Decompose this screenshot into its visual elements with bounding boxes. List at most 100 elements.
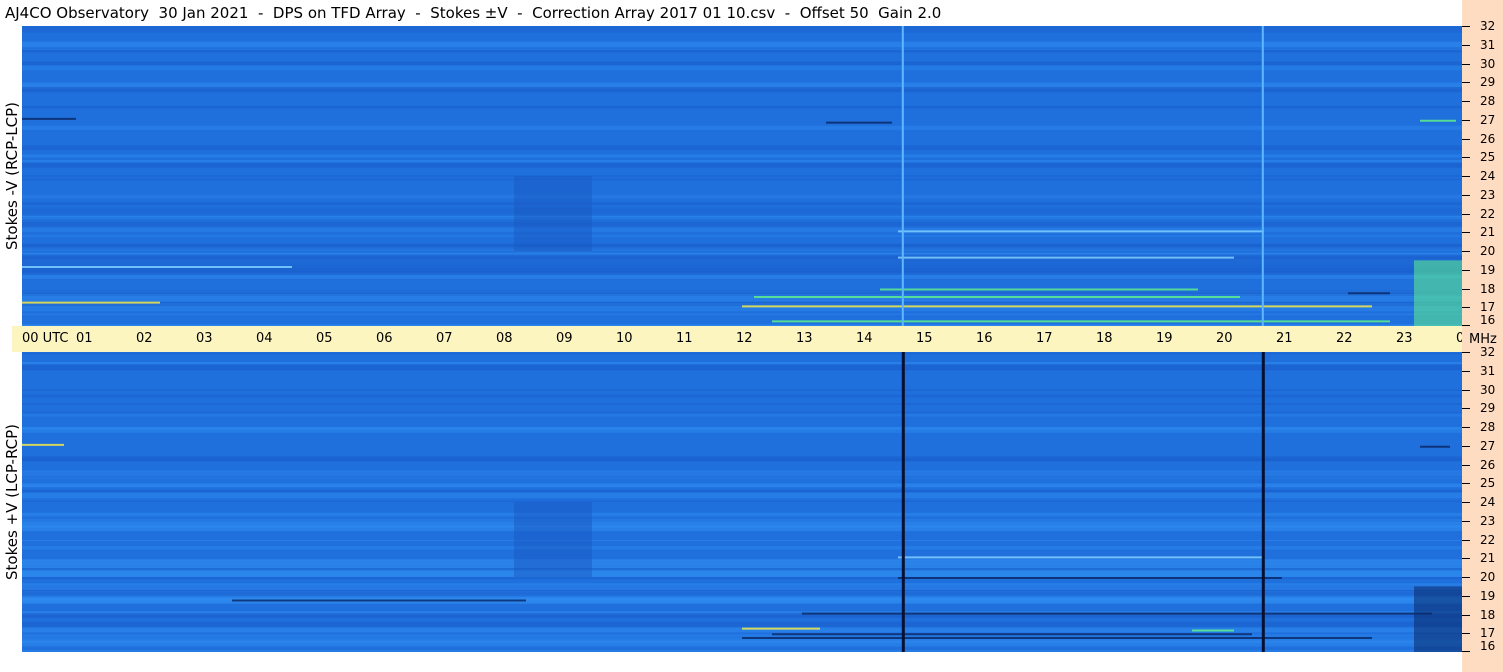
noise-band bbox=[22, 489, 1462, 493]
x-tick-label: 04 bbox=[256, 331, 273, 346]
y-tick-label: 29 bbox=[1480, 401, 1496, 416]
signal-streak bbox=[22, 443, 64, 446]
y-tick-label: 23 bbox=[1480, 513, 1496, 528]
noise-band bbox=[22, 621, 1462, 628]
noise-band bbox=[22, 411, 1462, 413]
noise-band bbox=[22, 26, 1462, 33]
y-tick-label: 17 bbox=[1480, 300, 1496, 315]
signal-streak bbox=[742, 627, 820, 630]
y-tick-mark bbox=[1462, 464, 1470, 466]
x-tick-label: 16 bbox=[976, 331, 993, 346]
y-tick-mark bbox=[1462, 176, 1470, 177]
top-spectrogram-panel bbox=[22, 26, 1462, 326]
y-tick-mark bbox=[1462, 138, 1470, 140]
noise-band bbox=[22, 145, 1462, 149]
y-tick-mark bbox=[1462, 213, 1470, 215]
signal-streak bbox=[772, 320, 1390, 323]
noise-band bbox=[22, 50, 1462, 52]
signal-streak bbox=[880, 288, 1198, 291]
y-tick-label: 19 bbox=[1480, 262, 1496, 277]
signal-streak bbox=[826, 121, 892, 124]
bottom-ylabel-text: Stokes +V (LCP-RCP) bbox=[3, 424, 21, 580]
y-tick-label: 18 bbox=[1480, 281, 1496, 296]
x-tick-label: 00 UTC bbox=[22, 331, 69, 346]
y-tick-mark bbox=[1462, 44, 1470, 46]
x-tick-label: 18 bbox=[1096, 331, 1113, 346]
noise-band bbox=[22, 65, 1462, 71]
y-tick-mark bbox=[1462, 194, 1470, 196]
signal-streak bbox=[898, 230, 1264, 233]
noise-band bbox=[22, 48, 1462, 50]
y-tick-label: 24 bbox=[1480, 169, 1496, 183]
bottom-panel-ylabel: Stokes +V (LCP-RCP) bbox=[0, 352, 24, 652]
x-tick-label: 14 bbox=[856, 331, 873, 346]
y-tick-label: 22 bbox=[1480, 532, 1496, 547]
noise-band bbox=[22, 307, 1462, 312]
dim-region bbox=[514, 502, 592, 577]
y-tick-label: 18 bbox=[1480, 607, 1496, 622]
noise-band bbox=[22, 105, 1462, 109]
y-tick-mark bbox=[1462, 558, 1470, 560]
y-tick-mark bbox=[1462, 325, 1470, 326]
x-tick-label: 17 bbox=[1036, 331, 1053, 346]
noise-band bbox=[22, 178, 1462, 181]
signal-streak bbox=[1420, 445, 1450, 448]
y-tick-label: 28 bbox=[1480, 420, 1496, 434]
y-tick-mark bbox=[1462, 427, 1470, 428]
noise-band bbox=[22, 389, 1462, 391]
vertical-interference-line bbox=[901, 26, 904, 326]
noise-band bbox=[22, 41, 1462, 48]
y-tick-label: 25 bbox=[1480, 150, 1496, 165]
noise-band bbox=[22, 257, 1462, 265]
y-tick-label: 23 bbox=[1480, 187, 1496, 202]
y-tick-mark bbox=[1462, 502, 1470, 503]
noise-band bbox=[22, 352, 1462, 355]
y-tick-mark bbox=[1462, 101, 1470, 102]
y-tick-label: 16 bbox=[1480, 313, 1496, 327]
top-panel-ylabel: Stokes -V (RCP-LCP) bbox=[0, 26, 24, 326]
y-tick-label: 26 bbox=[1480, 457, 1496, 472]
y-tick-label: 32 bbox=[1480, 345, 1496, 359]
noise-band bbox=[22, 219, 1462, 222]
noise-band bbox=[22, 562, 1462, 566]
noise-band bbox=[22, 292, 1462, 297]
bottom-spectrogram bbox=[22, 352, 1462, 652]
y-tick-label: 25 bbox=[1480, 476, 1496, 491]
y-tick-mark bbox=[1462, 520, 1470, 522]
signal-streak bbox=[802, 612, 1432, 615]
y-tick-label: 21 bbox=[1480, 551, 1496, 566]
noise-band bbox=[22, 175, 1462, 177]
noise-band bbox=[22, 223, 1462, 228]
top-spectrogram bbox=[22, 26, 1462, 326]
signal-streak bbox=[742, 637, 1372, 639]
noise-band bbox=[22, 472, 1462, 480]
y-tick-mark bbox=[1462, 483, 1470, 485]
noise-band bbox=[22, 61, 1462, 66]
noise-band bbox=[22, 207, 1462, 215]
y-tick-mark bbox=[1462, 408, 1470, 410]
noise-band bbox=[22, 414, 1462, 417]
noise-band bbox=[22, 483, 1462, 488]
y-tick-mark bbox=[1462, 269, 1470, 271]
noise-band bbox=[22, 125, 1462, 130]
y-tick-label: 28 bbox=[1480, 94, 1496, 108]
signal-streak bbox=[1348, 292, 1390, 295]
y-tick-label: 27 bbox=[1480, 438, 1496, 453]
y-tick-label: 27 bbox=[1480, 112, 1496, 127]
noise-band bbox=[22, 313, 1462, 315]
y-tick-mark bbox=[1462, 119, 1470, 121]
noise-band bbox=[22, 518, 1462, 523]
noise-band bbox=[22, 583, 1462, 590]
noise-band bbox=[22, 368, 1462, 370]
noise-band bbox=[22, 154, 1462, 158]
y-tick-mark bbox=[1462, 232, 1470, 234]
y-tick-mark bbox=[1462, 26, 1470, 27]
y-tick-label: 29 bbox=[1480, 75, 1496, 90]
x-tick-label: 05 bbox=[316, 331, 333, 346]
noise-band bbox=[22, 650, 1462, 652]
corner-activity bbox=[1414, 260, 1462, 326]
y-tick-label: 24 bbox=[1480, 495, 1496, 509]
noise-band bbox=[22, 268, 1462, 276]
x-tick-label: 20 bbox=[1216, 331, 1233, 346]
noise-band bbox=[22, 202, 1462, 206]
